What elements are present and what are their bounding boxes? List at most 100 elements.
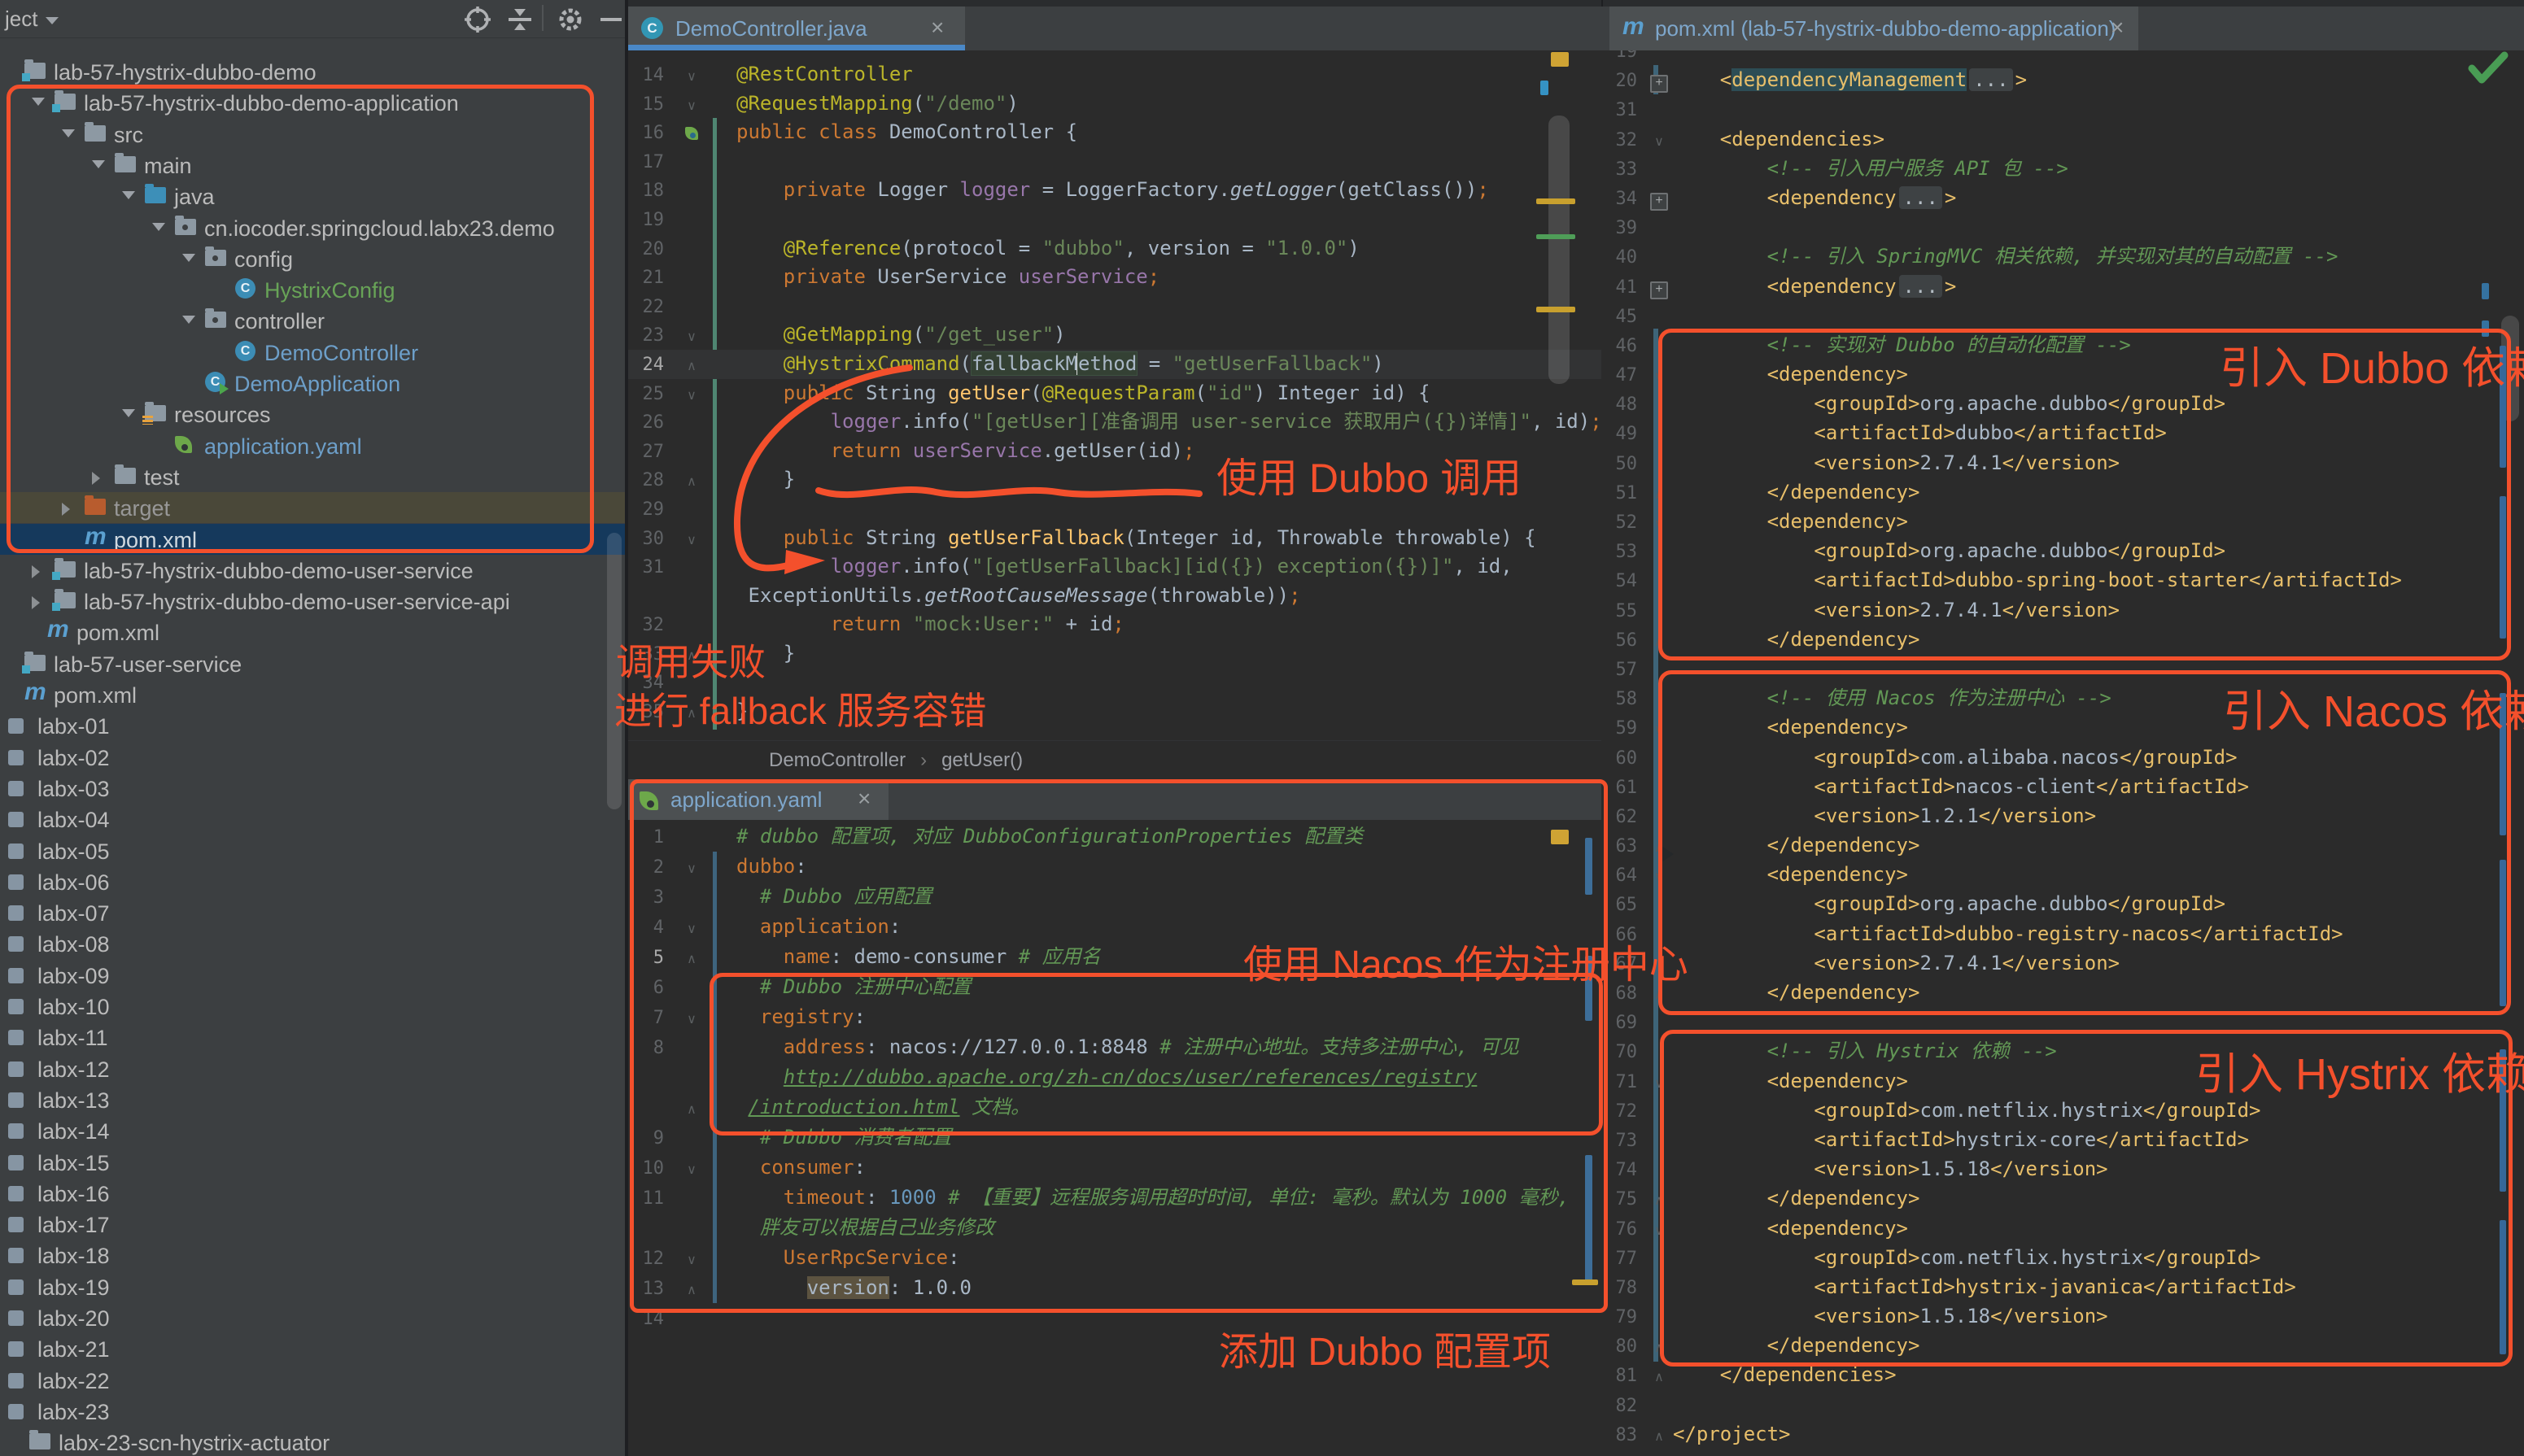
fold-marker[interactable]: ∧	[674, 642, 710, 671]
tree-item-labx-10[interactable]: labx-10	[0, 991, 625, 1022]
fold-marker[interactable]: ∨	[674, 92, 710, 121]
code-line-24[interactable]: 24∧ @HystrixCommand(fallbackMethod = "ge…	[628, 350, 1601, 379]
stripe-mark[interactable]	[1585, 1155, 1592, 1285]
code-line-51[interactable]: 51∧ </dependency>	[1601, 477, 2524, 507]
stripe-mark[interactable]	[2500, 1220, 2506, 1354]
code-line-20[interactable]: 20+ <dependencyManagement...>	[1601, 65, 2524, 94]
code-line-77[interactable]: 77 <groupId>com.netflix.hystrix</groupId…	[1601, 1243, 2524, 1272]
code-line-63[interactable]: 63∧ </dependency>	[1601, 830, 2524, 860]
fold-marker[interactable]: ∨	[1647, 128, 1671, 157]
stripe-mark[interactable]	[1572, 1279, 1598, 1285]
tree-item-labx-08[interactable]: labx-08	[0, 928, 625, 959]
code-line-61[interactable]: 61 <artifactId>nacos-client</artifactId>	[1601, 772, 2524, 801]
code-line-57[interactable]: 57	[1601, 654, 2524, 683]
code-line-9[interactable]: 9 # Dubbo 消费者配置	[628, 1123, 1601, 1153]
tree-item-DemoApplication[interactable]: DemoApplication	[0, 368, 625, 399]
chevron-right-icon[interactable]	[62, 503, 70, 516]
code-line-20[interactable]: 20 @Reference(protocol = "dubbo", versio…	[628, 234, 1601, 264]
chevron-down-icon[interactable]	[92, 160, 105, 168]
code-line-wrap[interactable]: ExceptionUtils.getRootCauseMessage(throw…	[628, 582, 1601, 611]
chevron-down-icon[interactable]	[152, 223, 165, 231]
code-line-2[interactable]: 2∨dubbo:	[628, 852, 1601, 882]
fold-marker[interactable]: ∧	[674, 944, 710, 974]
tree-item-labx-02[interactable]: labx-02	[0, 742, 625, 773]
code-line-1[interactable]: 1# dubbo 配置项, 对应 DubboConfigurationPrope…	[628, 822, 1601, 852]
code-line-82[interactable]: 82	[1601, 1390, 2524, 1419]
code-line-14[interactable]: 14∨@RestController	[628, 60, 1601, 89]
code-line-79[interactable]: 79 <version>1.5.18</version>	[1601, 1301, 2524, 1331]
code-line-17[interactable]: 17	[628, 147, 1601, 177]
tree-item-controller[interactable]: controller	[0, 305, 625, 336]
code-line-39[interactable]: 39	[1601, 212, 2524, 242]
code-line-69[interactable]: 69	[1601, 1007, 2524, 1036]
fold-marker[interactable]: +	[1647, 275, 1671, 304]
chevron-down-icon[interactable]	[182, 254, 195, 262]
stripe-mark[interactable]	[1540, 81, 1548, 95]
stripe-mark[interactable]	[1536, 198, 1575, 204]
code-line-31[interactable]: 31 logger.info("[getUserFallback][id({})…	[628, 552, 1601, 582]
code-line-4[interactable]: 4∨ application:	[628, 912, 1601, 942]
code-line-32[interactable]: 32 return "mock:User:" + id;	[628, 610, 1601, 639]
code-line-33[interactable]: 33 <!-- 引入用户服务 API 包 -->	[1601, 154, 2524, 183]
tab-application-yaml[interactable]: application.yaml ×	[628, 779, 889, 820]
tree-item-labx-09[interactable]: labx-09	[0, 960, 625, 991]
project-tree-scrollbar[interactable]	[607, 533, 622, 809]
code-line-74[interactable]: 74 <version>1.5.18</version>	[1601, 1154, 2524, 1184]
code-line-5[interactable]: 5∧ name: demo-consumer # 应用名	[628, 942, 1601, 972]
tree-item-lab-57-hystrix-dubbo-demo[interactable]: lab-57-hystrix-dubbo-demo	[0, 56, 625, 87]
code-line-16[interactable]: 16public class DemoController {	[628, 118, 1601, 147]
code-line-53[interactable]: 53 <groupId>org.apache.dubbo</groupId>	[1601, 536, 2524, 565]
code-line-22[interactable]: 22	[628, 292, 1601, 321]
tree-item-labx-12[interactable]: labx-12	[0, 1053, 625, 1084]
code-line-47[interactable]: 47∨ <dependency>	[1601, 360, 2524, 389]
close-tab-icon[interactable]: ×	[858, 786, 871, 812]
fold-marker[interactable]: ∧	[1647, 981, 1671, 1010]
tree-item-labx-23[interactable]: labx-23	[0, 1396, 625, 1427]
project-view-dropdown[interactable]: ject	[5, 7, 59, 32]
fold-marker[interactable]: ∨	[674, 63, 710, 92]
code-line-66[interactable]: 66 <artifactId>dubbo-registry-nacos</art…	[1601, 919, 2524, 948]
code-line-76[interactable]: 76∨ <dependency>	[1601, 1214, 2524, 1243]
fold-marker[interactable]: +	[1647, 186, 1671, 216]
code-line-56[interactable]: 56∧ </dependency>	[1601, 625, 2524, 654]
tree-item-main[interactable]: main	[0, 150, 625, 181]
code-line-59[interactable]: 59∨ <dependency>	[1601, 713, 2524, 742]
code-line-54[interactable]: 54 <artifactId>dubbo-spring-boot-starter…	[1601, 565, 2524, 595]
tree-item-cn.iocoder.springcloud.labx23.demo[interactable]: cn.iocoder.springcloud.labx23.demo	[0, 212, 625, 243]
tree-item-labx-05[interactable]: labx-05	[0, 835, 625, 866]
tree-item-labx-17[interactable]: labx-17	[0, 1209, 625, 1240]
tree-item-labx-16[interactable]: labx-16	[0, 1178, 625, 1209]
code-line-27[interactable]: 27 return userService.getUser(id);	[628, 437, 1601, 466]
code-line-35[interactable]: 35∧}	[628, 697, 1601, 726]
code-line-71[interactable]: 71∨ <dependency>	[1601, 1066, 2524, 1096]
tree-item-resources[interactable]: resources	[0, 399, 625, 429]
settings-gear-icon[interactable]	[553, 5, 587, 33]
fold-marker[interactable]	[674, 120, 710, 150]
fold-marker[interactable]: ∧	[674, 1275, 710, 1306]
fold-marker[interactable]: ∨	[674, 1005, 710, 1035]
fold-marker[interactable]: ∨	[674, 526, 710, 556]
stripe-mark[interactable]	[2500, 860, 2506, 1006]
code-line-48[interactable]: 48 <groupId>org.apache.dubbo</groupId>	[1601, 389, 2524, 418]
code-line-30[interactable]: 30∨ public String getUserFallback(Intege…	[628, 524, 1601, 553]
fold-marker[interactable]: ∧	[1647, 1423, 1671, 1452]
tree-item-pom.xml[interactable]: pom.xml	[0, 524, 625, 555]
stripe-mark[interactable]	[1585, 956, 1592, 1021]
code-line-41[interactable]: 41+ <dependency...>	[1601, 272, 2524, 301]
code-line-58[interactable]: 58 <!-- 使用 Nacos 作为注册中心 -->	[1601, 683, 2524, 713]
code-line-6[interactable]: 6 # Dubbo 注册中心配置	[628, 972, 1601, 1002]
chevron-down-icon[interactable]	[122, 409, 135, 417]
fold-marker[interactable]: ∨	[1647, 1070, 1671, 1099]
stripe-mark[interactable]	[1536, 234, 1575, 239]
stripe-mark[interactable]	[2500, 693, 2506, 835]
stripe-mark[interactable]	[1551, 830, 1569, 844]
code-line-25[interactable]: 25∨ public String getUser(@RequestParam(…	[628, 379, 1601, 408]
fold-marker[interactable]: ∨	[674, 381, 710, 411]
tree-item-java[interactable]: java	[0, 181, 625, 211]
fold-marker[interactable]: ∨	[674, 323, 710, 352]
code-line-70[interactable]: 70 <!-- 引入 Hystrix 依赖 -->	[1601, 1036, 2524, 1066]
fold-marker[interactable]: ∨	[1647, 363, 1671, 392]
code-line-8[interactable]: 8 address: nacos://127.0.0.1:8848 # 注册中心…	[628, 1032, 1601, 1062]
tree-item-lab-57-hystrix-dubbo-demo-user-service-api[interactable]: lab-57-hystrix-dubbo-demo-user-service-a…	[0, 586, 625, 617]
chevron-right-icon[interactable]	[92, 472, 100, 485]
